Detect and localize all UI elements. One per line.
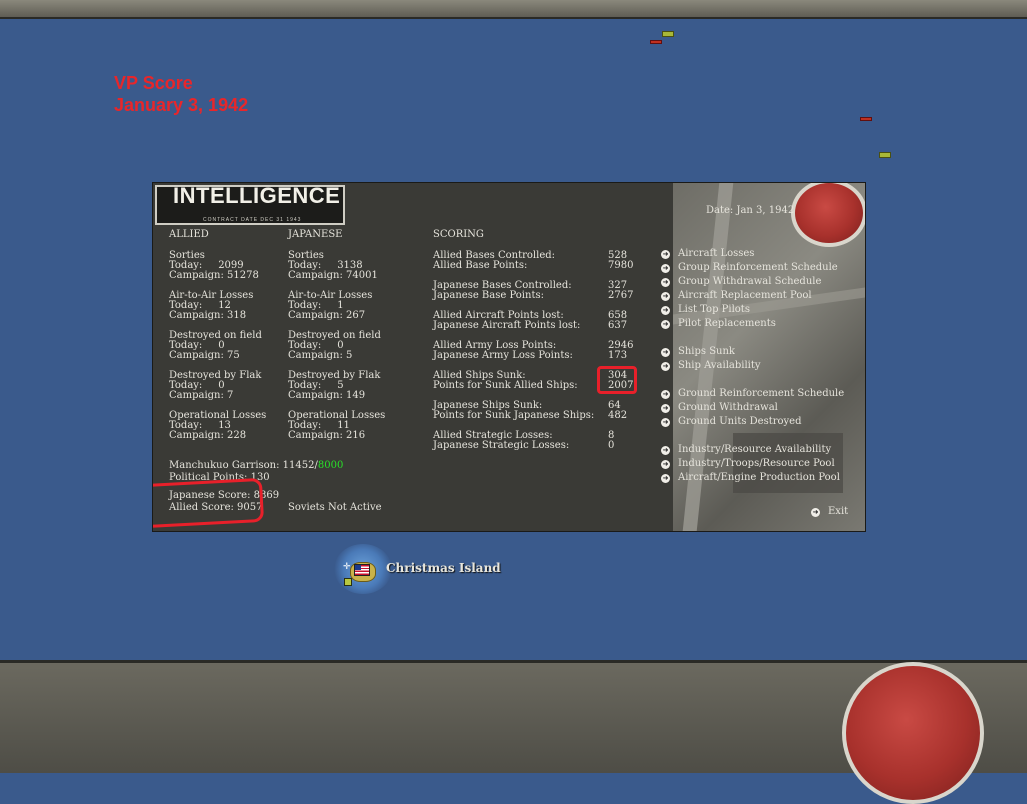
current-date: Date: Jan 3, 1942 [706,205,795,216]
arrow-right-icon: ➜ [661,361,670,371]
arrow-right-icon: ➜ [661,319,670,329]
report-link-label: Ships Sunk [678,346,735,357]
report-link[interactable]: ➜ Pilot Replacements [661,319,776,329]
allied-operational-losses: Operational Losses Today: 13 Campaign: 228 [169,410,267,441]
scoring-label: Points for Sunk Allied Ships: [433,380,578,391]
japanese-sorties: Sorties Today: 3138 Campaign: 74001 [288,250,378,281]
report-link-label: List Top Pilots [678,304,750,315]
arrow-right-icon: ➜ [661,389,670,399]
map-unit-icon[interactable] [650,40,662,44]
soviets-status: Soviets Not Active [288,502,382,513]
arrow-right-icon: ➜ [661,403,670,413]
logo-subtext: CONTRACT DATE DEC 31 1943 [203,217,302,223]
arrow-right-icon: ➜ [661,305,670,315]
arrow-right-icon: ➜ [661,263,670,273]
allied-destroyed-field: Destroyed on field Today: 0 Campaign: 75 [169,330,262,361]
report-link-label: Aircraft Losses [678,248,755,259]
report-link[interactable]: ➜ Aircraft/Engine Production Pool [661,473,840,483]
intelligence-logo: INTELLIGENCE CONTRACT DATE DEC 31 1943 [155,185,345,225]
scoring-label: Points for Sunk Japanese Ships: [433,410,595,421]
allied-header: ALLIED [169,229,209,240]
score-highlight [153,477,265,529]
top-bar [0,0,1027,19]
scoring-label: Japanese Base Points: [433,290,544,301]
report-link[interactable]: ➜ Aircraft Losses [661,249,754,259]
vp-title: VP Score [114,73,193,93]
arrow-right-icon: ➜ [661,249,670,259]
report-link[interactable]: ➜ List Top Pilots [661,305,750,315]
report-link[interactable]: ➜ Industry/Troops/Resource Pool [661,459,835,469]
arrow-right-icon: ➜ [661,277,670,287]
japanese-operational-losses: Operational Losses Today: 11 Campaign: 216 [288,410,386,441]
globe-icon [791,183,865,247]
ships-sunk-highlight [597,366,637,394]
scoring-header: SCORING [433,229,484,240]
report-link[interactable]: ➜ Ground Units Destroyed [661,417,802,427]
scoring-value: 0 [608,440,615,451]
report-link-label: Ground Withdrawal [678,402,778,413]
report-link-label: Ship Availability [678,360,761,371]
report-link[interactable]: ➜ Ships Sunk [661,347,735,357]
exit-label: Exit [828,506,849,517]
logo-text: INTELLIGENCE [173,183,341,208]
us-flag-icon [354,564,370,576]
allied-a2a-losses: Air-to-Air Losses Today: 12 Campaign: 318 [169,290,254,321]
unit-marker-icon [344,578,352,586]
map-unit-icon[interactable] [860,117,872,121]
scoring-label: Japanese Strategic Losses: [433,440,570,451]
scoring-value: 482 [608,410,628,421]
garrison-requirement: 8000 [317,460,344,471]
arrow-right-icon: ➜ [661,459,670,469]
report-link[interactable]: ➜ Aircraft Replacement Pool [661,291,812,301]
report-link[interactable]: ➜ Ground Withdrawal [661,403,778,413]
crosshair-icon: ✛ [343,562,351,572]
scoring-value: 637 [608,320,628,331]
allied-sorties: Sorties Today: 2099 Campaign: 51278 [169,250,259,281]
report-link-label: Group Reinforcement Schedule [678,262,838,273]
report-link[interactable]: ➜ Ship Availability [661,361,761,371]
allied-destroyed-flak: Destroyed by Flak Today: 0 Campaign: 7 [169,370,262,401]
report-link[interactable]: ➜ Group Reinforcement Schedule [661,263,838,273]
scoring-value: 2767 [608,290,634,301]
report-link[interactable]: ➜ Group Withdrawal Schedule [661,277,821,287]
scoring-label: Japanese Aircraft Points lost: [433,320,581,331]
exit-button[interactable]: ➜ Exit [811,507,848,517]
japanese-destroyed-field: Destroyed on field Today: 0 Campaign: 5 [288,330,381,361]
arrow-right-icon: ➜ [661,347,670,357]
report-link-label: Ground Units Destroyed [678,416,802,427]
japanese-destroyed-flak: Destroyed by Flak Today: 5 Campaign: 149 [288,370,381,401]
arrow-right-icon: ➜ [811,507,820,517]
japanese-a2a-losses: Air-to-Air Losses Today: 1 Campaign: 267 [288,290,373,321]
report-link-label: Ground Reinforcement Schedule [678,388,845,399]
vp-annotation: VP Score January 3, 1942 [114,72,248,116]
report-link-label: Group Withdrawal Schedule [678,276,822,287]
scoring-value: 7980 [608,260,634,271]
manchukuo-garrison: Manchukuo Garrison: 11452/8000 [169,460,344,471]
scoring-value: 173 [608,350,628,361]
christmas-island-base[interactable]: ✛ [334,544,392,594]
report-link[interactable]: ➜ Ground Reinforcement Schedule [661,389,844,399]
report-link-label: Pilot Replacements [678,318,776,329]
map-unit-icon[interactable] [662,31,674,37]
scoring-label: Japanese Army Loss Points: [433,350,573,361]
report-link-label: Aircraft Replacement Pool [678,290,812,301]
arrow-right-icon: ➜ [661,291,670,301]
report-link-label: Aircraft/Engine Production Pool [678,472,840,483]
japanese-header: JAPANESE [288,229,343,240]
vp-date: January 3, 1942 [114,95,249,115]
arrow-right-icon: ➜ [661,417,670,427]
intelligence-panel: INTELLIGENCE CONTRACT DATE DEC 31 1943 D… [152,182,866,532]
report-link-label: Industry/Resource Availability [678,444,832,455]
arrow-right-icon: ➜ [661,473,670,483]
arrow-right-icon: ➜ [661,445,670,455]
report-link[interactable]: ➜ Industry/Resource Availability [661,445,831,455]
island-label[interactable]: Christmas Island [386,561,501,575]
globe-button-icon[interactable] [842,662,984,804]
report-link-label: Industry/Troops/Resource Pool [678,458,835,469]
scoring-label: Allied Base Points: [433,260,528,271]
map-unit-icon[interactable] [879,152,891,158]
